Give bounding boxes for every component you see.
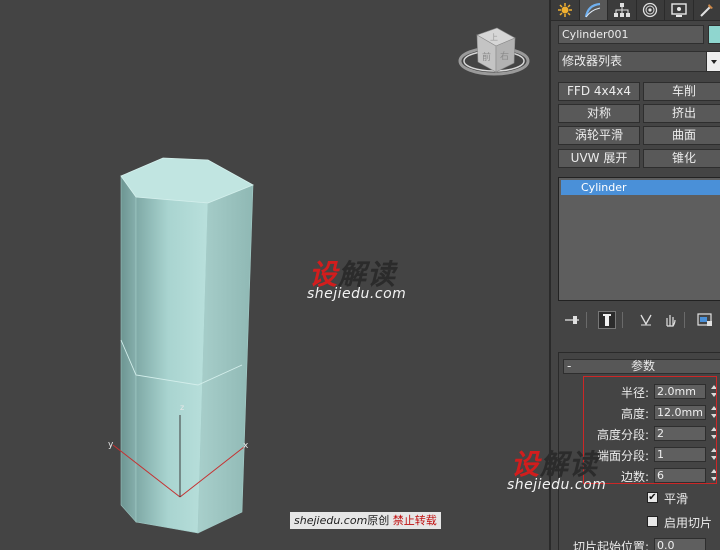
command-panel-tabs (551, 0, 720, 21)
modifier-stack-list[interactable]: Cylinder (558, 177, 720, 301)
make-unique-icon (640, 314, 652, 326)
show-end-result-icon (603, 314, 611, 326)
modifier-button-symmetry[interactable]: 对称 (558, 104, 640, 123)
slice-from-input[interactable]: 0.0 (654, 538, 706, 550)
display-icon (671, 3, 687, 17)
tab-display[interactable] (665, 0, 694, 20)
axis-label-z: z (180, 403, 184, 412)
utilities-icon (700, 4, 714, 17)
modifier-list-label: 修改器列表 (562, 54, 623, 68)
pin-icon (565, 316, 579, 324)
tab-create[interactable] (551, 0, 580, 20)
smooth-label: 平滑 (664, 492, 689, 506)
tab-utilities[interactable] (694, 0, 720, 20)
chevron-down-icon (706, 52, 720, 71)
tab-hierarchy[interactable] (608, 0, 637, 20)
create-icon (557, 3, 572, 17)
viewport-scene: y x z 上 前 右 (108, 27, 530, 534)
parameters-rollout-header[interactable]: - 参数 (563, 359, 720, 374)
configure-sets-icon (697, 313, 712, 326)
stack-toolbar-divider (586, 312, 587, 328)
modifier-button-turbosmooth[interactable]: 涡轮平滑 (558, 126, 640, 145)
slice-on-checkbox[interactable] (647, 516, 658, 527)
hand-icon (666, 315, 676, 327)
viewcube-top-label[interactable]: 上 (490, 33, 498, 42)
perspective-viewport[interactable]: y x z 上 前 右 设解读 shejiedu.com shejiedu.co… (0, 0, 549, 550)
height-segments-spinner[interactable] (710, 426, 719, 441)
modifier-button-surface[interactable]: 曲面 (643, 126, 720, 145)
axis-label-y: y (108, 440, 114, 450)
remove-modifier-button[interactable] (661, 311, 679, 329)
make-unique-button[interactable] (637, 311, 655, 329)
modifier-button-taper[interactable]: 锥化 (643, 149, 720, 168)
smooth-checkbox[interactable]: ✔ (647, 492, 658, 503)
radius-spinner[interactable] (710, 384, 719, 399)
modify-icon (585, 2, 601, 18)
sides-input[interactable]: 6 (654, 468, 706, 483)
viewcube-front-label[interactable]: 前 (482, 51, 491, 63)
sides-spinner[interactable] (710, 468, 719, 483)
tab-motion[interactable] (637, 0, 665, 20)
motion-icon (643, 2, 658, 18)
stack-item-cylinder[interactable]: Cylinder (561, 180, 720, 195)
slice-on-label: 启用切片 (664, 516, 713, 530)
credit-site: shejiedu.com (294, 514, 368, 527)
viewcube-right-label[interactable]: 右 (500, 50, 509, 62)
configure-modifier-sets-button[interactable] (696, 311, 714, 329)
credit-banner: shejiedu.com原创 禁止转载 (290, 512, 441, 529)
modifier-button-ffd[interactable]: FFD 4x4x4 (558, 82, 640, 101)
modifier-list-dropdown[interactable]: 修改器列表 (558, 51, 720, 72)
slice-from-label: 切片起始位置: (572, 540, 649, 550)
height-spinner[interactable] (710, 405, 719, 420)
cap-segments-spinner[interactable] (710, 447, 719, 462)
object-name-field[interactable]: Cylinder001 (558, 25, 704, 44)
object-color-swatch[interactable] (708, 25, 720, 44)
parameters-title: 参数 (630, 359, 655, 373)
viewcube[interactable]: 上 前 右 (458, 27, 530, 76)
watermark-url-secondary: shejiedu.com (507, 477, 607, 493)
prism-front-face (135, 196, 209, 534)
credit-notice: 禁止转载 (392, 514, 437, 527)
watermark-url: shejiedu.com (307, 286, 407, 302)
modifier-button-uvw-unwrap[interactable]: UVW 展开 (558, 149, 640, 168)
hierarchy-icon (613, 3, 630, 17)
show-end-result-button[interactable] (598, 311, 616, 329)
height-label: 高度: (620, 407, 649, 421)
modifier-button-lathe[interactable]: 车削 (643, 82, 720, 101)
radius-label: 半径: (620, 386, 649, 400)
cap-segments-label: 端面分段: (596, 449, 649, 463)
height-input[interactable]: 12.0mm (654, 405, 706, 420)
hexagonal-cylinder-object[interactable] (120, 157, 254, 534)
pin-stack-button[interactable] (563, 311, 581, 329)
modifier-button-extrude[interactable]: 挤出 (643, 104, 720, 123)
sides-label: 边数: (620, 470, 649, 484)
credit-original: 原创 (367, 514, 390, 527)
radius-input[interactable]: 2.0mm (654, 384, 706, 399)
stack-toolbar-divider (622, 312, 623, 328)
stack-toolbar-divider (684, 312, 685, 328)
prism-left-face (120, 175, 137, 523)
height-segments-label: 高度分段: (596, 428, 649, 442)
axis-label-x: x (243, 441, 249, 451)
collapse-icon: - (567, 359, 572, 373)
tab-modify[interactable] (579, 0, 608, 20)
stack-toolbar (551, 307, 720, 333)
height-segments-input[interactable]: 2 (654, 426, 706, 441)
cap-segments-input[interactable]: 1 (654, 447, 706, 462)
